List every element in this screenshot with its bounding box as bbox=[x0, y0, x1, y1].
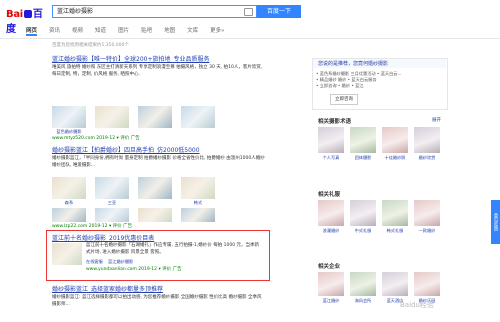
related-image[interactable] bbox=[382, 127, 408, 153]
result-item: 蓝江婚纱摄影【唯一特价】全球200+旅拍地_专业品质服务 唯美风 旅拍特 婚纱照… bbox=[52, 54, 267, 78]
consult-button[interactable]: 立即咨询 bbox=[330, 94, 358, 105]
result-thumbnail[interactable] bbox=[181, 208, 215, 222]
result-desc: 唯美风 旅拍特 婚纱照 东区主打清新天系列 专享定制浪漫至尊 拍摄风格，独立 3… bbox=[52, 65, 263, 77]
result-count: 百度为您找到相关结果约1,350,000个 bbox=[52, 43, 129, 48]
ad-lines: • 蓝色系婚纱摄影 三月优惠活动 • 蓝天白云... • 精品婚纱 婚纱 • 蓝… bbox=[316, 71, 444, 89]
expand-link[interactable]: 展开 bbox=[432, 117, 441, 123]
tab-web[interactable]: 网页 bbox=[26, 27, 38, 36]
result-thumbnail[interactable] bbox=[181, 106, 215, 128]
watermark: Baidu经验 bbox=[400, 301, 434, 309]
thumbnail-caption[interactable]: 韩式 bbox=[181, 200, 215, 206]
sitelink-brand[interactable]: 蓝江婚纱摄影 bbox=[108, 259, 133, 264]
tab-images[interactable]: 图片 bbox=[118, 27, 129, 36]
related-image[interactable] bbox=[318, 200, 344, 226]
result-url[interactable]: www.mtyz520.com 2019-12 ▾ 评价 广告 bbox=[52, 135, 140, 141]
result-thumbnail[interactable] bbox=[52, 208, 86, 222]
search-input[interactable]: 蓝江婚纱摄影 bbox=[52, 5, 257, 18]
result-desc: 婚纱摄影蓝江: 蓝江选择摄影都可以拍出动感, 为您推荐婚纱摄影 全国婚纱摄影 性… bbox=[52, 295, 262, 307]
search-button[interactable]: 百度一下 bbox=[257, 5, 301, 18]
feedback-tab[interactable]: 意见反馈 bbox=[491, 200, 500, 244]
result-thumbnail[interactable] bbox=[95, 208, 129, 222]
result-thumbnail[interactable] bbox=[181, 177, 215, 199]
result-url[interactable]: www.lzp22.com 2019-12 ▾ 评价 广告 bbox=[52, 223, 132, 229]
result-thumbnail[interactable] bbox=[52, 243, 82, 265]
tab-more[interactable]: 更多» bbox=[210, 27, 224, 36]
ad-title[interactable]: 您说的是推荐，您竟何婚纱摄影 bbox=[318, 60, 388, 67]
result-title[interactable]: 蓝江前十名婚纱摄影_2019优惠价目表 bbox=[52, 233, 264, 242]
section-title: 相关摄影术语 bbox=[318, 119, 352, 125]
result-title[interactable]: 婚纱摄影蓝江【拍爵婚纱】四旦高手拍_仿2000低5000 bbox=[52, 145, 267, 154]
baidu-logo[interactable]: Bai 百度 bbox=[6, 5, 50, 35]
thumbnail-caption[interactable]: 三亚 bbox=[95, 200, 129, 206]
related-caption[interactable]: 十佳婚纱照 bbox=[381, 155, 409, 161]
result-thumbnail[interactable] bbox=[138, 208, 172, 222]
related-image[interactable] bbox=[350, 272, 376, 296]
paw-icon bbox=[23, 10, 32, 18]
tab-tieba[interactable]: 贴吧 bbox=[141, 27, 152, 36]
related-caption[interactable]: 中式礼服 bbox=[349, 228, 377, 234]
result-title[interactable]: 婚纱摄影蓝江_选择蓝家婚纱都量多顶推荐 bbox=[52, 284, 267, 293]
related-image[interactable] bbox=[414, 127, 440, 153]
result-thumbnail[interactable] bbox=[95, 177, 129, 199]
related-caption[interactable]: 婚纱欣赏 bbox=[413, 155, 441, 161]
tab-zhidao[interactable]: 知道 bbox=[95, 27, 106, 36]
related-caption[interactable]: 韩式礼服 bbox=[381, 228, 409, 234]
tab-wenku[interactable]: 文库 bbox=[187, 27, 198, 36]
related-image[interactable] bbox=[414, 272, 440, 296]
result-url[interactable]: www.yundaanlian.com 2019-12 ▾ 评价 广告 bbox=[86, 266, 182, 272]
result-desc: 婚纱摄影蓝江，「半同身份,拥有时尚 量身定制 拍爵婚纱摄影 价格全省性价比, 拍… bbox=[52, 156, 265, 168]
result-thumbnail[interactable] bbox=[138, 106, 172, 128]
result-thumbnail[interactable] bbox=[52, 177, 86, 199]
related-image[interactable] bbox=[318, 127, 344, 153]
result-thumbnail[interactable] bbox=[52, 106, 86, 128]
section-title: 相关礼服 bbox=[318, 192, 341, 198]
related-image[interactable] bbox=[382, 272, 408, 296]
related-caption[interactable]: 团体摄影 bbox=[349, 155, 377, 161]
section-title: 相关企业 bbox=[318, 264, 341, 270]
related-caption[interactable]: 一款婚纱 bbox=[413, 228, 441, 234]
header-divider bbox=[0, 38, 500, 39]
tab-map[interactable]: 地图 bbox=[164, 27, 175, 36]
related-image[interactable] bbox=[350, 200, 376, 226]
related-image[interactable] bbox=[382, 200, 408, 226]
nav-tabs: 网页 资讯 视频 知道 图片 贴吧 地图 文库 更多» bbox=[26, 27, 237, 36]
ad-line[interactable]: • 立即咨询 • 婚纱 • 蓝江 bbox=[316, 83, 444, 89]
camera-icon[interactable] bbox=[244, 8, 253, 16]
thumbnail-caption[interactable]: 森系 bbox=[52, 200, 86, 206]
search-query: 蓝江婚纱摄影 bbox=[57, 8, 94, 15]
result-item: 蓝江前十名婚纱摄影_2019优惠价目表 bbox=[52, 233, 264, 242]
result-item: 婚纱摄影蓝江_选择蓝家婚纱都量多顶推荐 婚纱摄影蓝江: 蓝江选择摄影都可以拍出动… bbox=[52, 284, 267, 308]
related-caption[interactable]: 个人写真 bbox=[317, 155, 345, 161]
result-desc: 蓝江前十名婚纱摄影「石湖婚礼」作应专属, 五行拍摄-1,婚纱价 每拍 1000 … bbox=[86, 243, 260, 255]
sitelinks: 在线客服 蓝江婚纱摄影 bbox=[86, 259, 133, 265]
related-image[interactable] bbox=[350, 127, 376, 153]
related-caption[interactable]: 蓝江婚纱 bbox=[317, 298, 345, 304]
sitelink-chat[interactable]: 在线客服 bbox=[86, 259, 103, 264]
related-caption[interactable]: 浪漫婚纱 bbox=[317, 228, 345, 234]
tab-video[interactable]: 视频 bbox=[72, 27, 83, 36]
result-title[interactable]: 蓝江婚纱摄影【唯一特价】全球200+旅拍地_专业品质服务 bbox=[52, 54, 267, 63]
result-thumbnail[interactable] bbox=[138, 177, 172, 199]
result-thumbnail[interactable] bbox=[95, 106, 129, 128]
tab-news[interactable]: 资讯 bbox=[49, 27, 60, 36]
result-item: 婚纱摄影蓝江【拍爵婚纱】四旦高手拍_仿2000低5000 婚纱摄影蓝江，「半同身… bbox=[52, 145, 267, 169]
related-image[interactable] bbox=[318, 272, 344, 296]
logo-text-left: Bai bbox=[6, 9, 23, 20]
related-image[interactable] bbox=[414, 200, 440, 226]
related-caption[interactable]: 海风会所 bbox=[349, 298, 377, 304]
